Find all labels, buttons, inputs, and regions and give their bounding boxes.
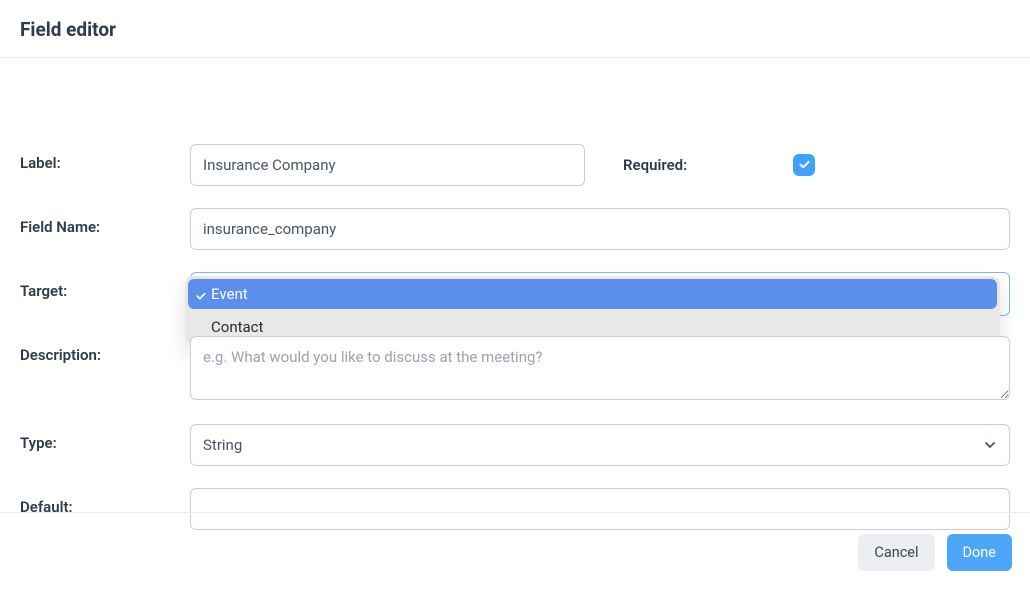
description-input[interactable] [190,336,1010,400]
label-field-label: Label: [20,144,190,172]
dialog-footer: Cancel Done [0,512,1030,592]
required-label: Required: [623,156,793,174]
target-option-label: Event [211,285,248,303]
label-input-col: Required: [190,144,1010,186]
type-label: Type: [20,424,190,452]
dialog-header: Field editor [0,0,1030,58]
cancel-button[interactable]: Cancel [858,534,934,571]
row-label: Label: Required: [20,144,1010,186]
description-label: Description: [20,336,190,364]
row-description: Description: [20,336,1010,400]
type-select-value: String [190,424,1010,466]
check-icon [798,156,811,175]
dialog-title: Field editor [20,18,1010,41]
required-checkbox[interactable] [793,154,815,176]
row-type: Type: String [20,424,1010,466]
fieldname-label: Field Name: [20,208,190,236]
target-label: Target: [20,272,190,300]
label-input[interactable] [190,144,585,186]
type-select[interactable]: String [190,424,1010,466]
required-group: Required: [623,154,815,176]
fieldname-input[interactable] [190,208,1010,250]
target-dropdown-panel: Event Contact [185,276,1000,344]
form-body: Label: Required: Field Name: Target: [0,58,1030,513]
check-icon [195,288,207,300]
target-option-label: Contact [211,318,263,336]
done-button[interactable]: Done [947,534,1012,571]
target-option-event[interactable]: Event [188,279,997,309]
row-fieldname: Field Name: [20,208,1010,250]
